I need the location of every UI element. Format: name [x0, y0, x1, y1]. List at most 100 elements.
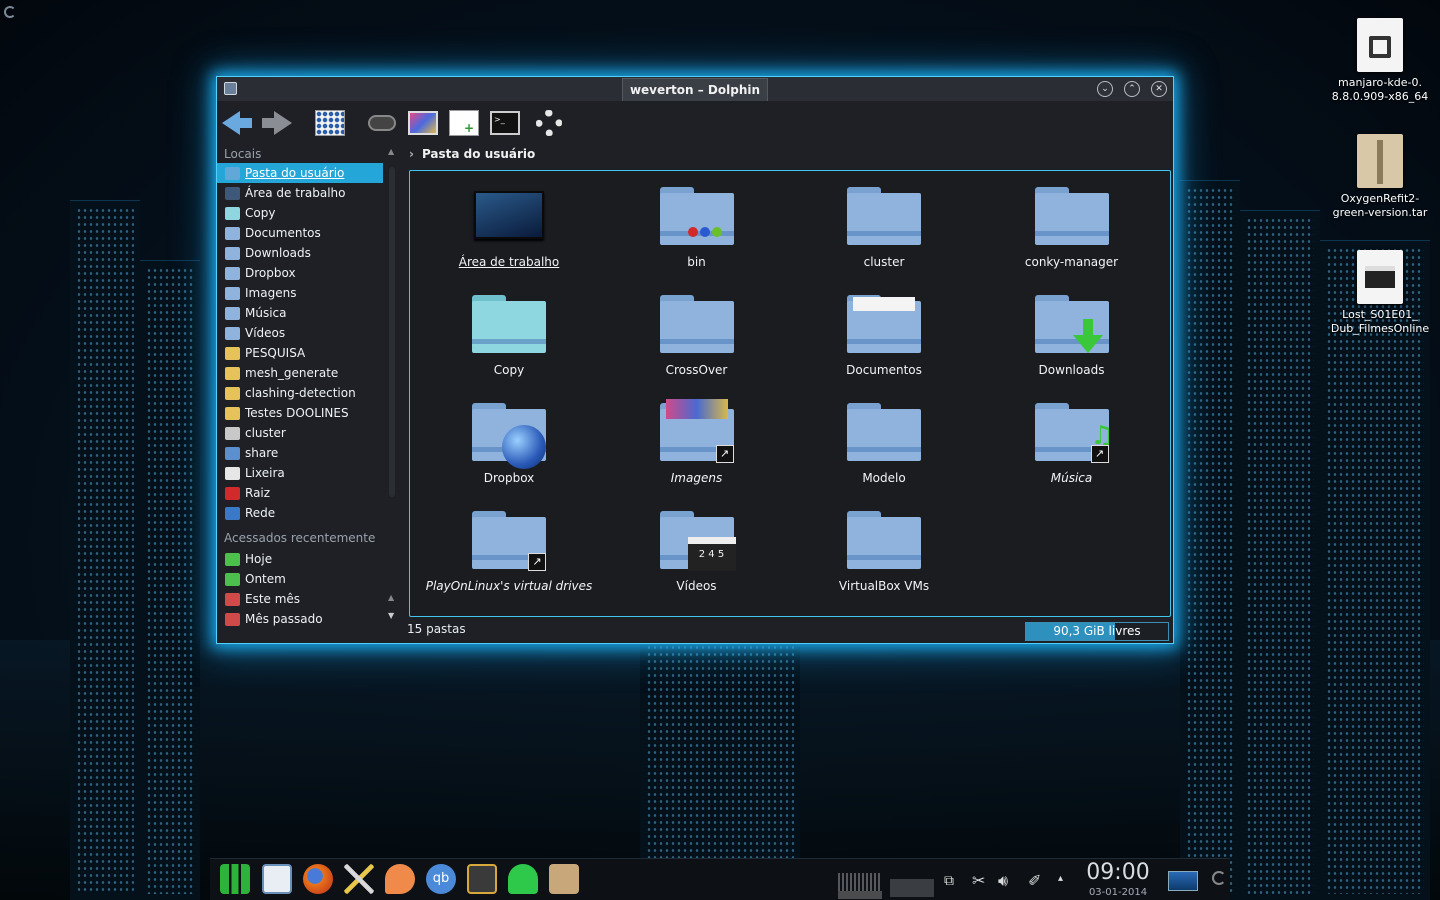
clock-time: 09:00 [1086, 860, 1150, 885]
file-view[interactable]: Área de trabalho bin cluster conky-manager C… [409, 170, 1171, 617]
arrow-left-icon [222, 111, 240, 135]
plasma-cashew-icon[interactable] [1212, 871, 1226, 885]
sidebar-item-cluster[interactable]: cluster [217, 423, 401, 443]
sublime-text-icon[interactable] [467, 864, 497, 894]
minimize-button[interactable]: ⌄ [1097, 81, 1113, 97]
preview-button[interactable] [407, 107, 439, 139]
places-scrollbar[interactable]: ▲ ▲ ▼ [386, 145, 398, 645]
file-item[interactable]: Modelo [799, 395, 969, 499]
maximize-button[interactable]: ⌃ [1124, 81, 1140, 97]
folder-icon [845, 179, 923, 245]
recent-list: Hoje Ontem Este mês Mês passado [217, 549, 401, 629]
settings-button[interactable] [533, 107, 565, 139]
file-name: Área de trabalho [458, 255, 560, 269]
yellow-folder-icon [225, 346, 240, 360]
qbittorrent-icon[interactable]: qb [426, 864, 456, 894]
back-button[interactable] [221, 107, 253, 139]
sidebar-item-v-deos[interactable]: Vídeos [217, 323, 401, 343]
tray-expand-icon[interactable]: ▴ [1058, 873, 1063, 884]
sidebar-item-m-sica[interactable]: Música [217, 303, 401, 323]
breadcrumb[interactable]: › Pasta do usuário [409, 147, 535, 163]
scroll-down-icon[interactable]: ▼ [388, 611, 394, 620]
sidebar-item-rede[interactable]: Rede [217, 503, 401, 523]
sidebar-item-raiz[interactable]: Raiz [217, 483, 401, 503]
folder-icon: ↗ [470, 503, 548, 571]
sidebar-item-documentos[interactable]: Documentos [217, 223, 401, 243]
sidebar-item-ontem[interactable]: Ontem [217, 569, 401, 589]
network-icon[interactable]: ✐ [1028, 871, 1041, 890]
calendar-month-icon [225, 592, 240, 606]
sidebar-item-pesquisa[interactable]: PESQUISA [217, 343, 401, 363]
scroll-up-icon[interactable]: ▲ [388, 147, 394, 156]
volume-icon[interactable]: 🔊︎ [998, 871, 1008, 891]
titlebar[interactable]: weverton – Dolphin ⌄ ⌃ ✕ [217, 77, 1173, 101]
file-item[interactable]: ♫ ↗ Música [987, 395, 1157, 499]
sidebar-item-dropbox[interactable]: Dropbox [217, 263, 401, 283]
file-item[interactable]: ↗ PlayOnLinux's virtual drives [424, 503, 594, 607]
calendar-yesterday-icon [225, 572, 240, 586]
find-button[interactable] [366, 107, 398, 139]
file-item[interactable]: Área de trabalho [424, 179, 594, 283]
file-item[interactable]: bin [612, 179, 782, 283]
memory-monitor-icon[interactable] [890, 879, 934, 897]
sidebar-item-testes-doolines[interactable]: Testes DOOLINES [217, 403, 401, 423]
view-mode-button[interactable] [314, 107, 346, 139]
desktop-cashew-icon[interactable] [4, 6, 16, 18]
sidebar-item-label: Copy [245, 206, 276, 220]
sidebar-item-lixeira[interactable]: Lixeira [217, 463, 401, 483]
sidebar-item-share[interactable]: share [217, 443, 401, 463]
window-title: weverton – Dolphin [622, 78, 768, 101]
forward-button[interactable] [261, 107, 293, 139]
desktop-file-lost-video[interactable]: Lost_S01E01_ Dub_FilmesOnline [1330, 250, 1430, 336]
file-item[interactable]: CrossOver [612, 287, 782, 391]
file-item[interactable]: Copy [424, 287, 594, 391]
scissors-icon[interactable]: ✂ [972, 871, 985, 890]
sidebar-item-copy[interactable]: Copy [217, 203, 401, 223]
scroll-up-icon[interactable]: ▲ [388, 593, 394, 602]
arrow-right-icon [274, 111, 292, 135]
close-button[interactable]: ✕ [1151, 81, 1167, 97]
dropbox-tray-icon[interactable]: ⧉ [944, 873, 954, 889]
free-space-bar[interactable]: 90,3 GiB livres [1025, 622, 1169, 641]
file-item[interactable]: VirtualBox VMs [799, 503, 969, 607]
sidebar-item-downloads[interactable]: Downloads [217, 243, 401, 263]
sidebar-item-clashing-detection[interactable]: clashing-detection [217, 383, 401, 403]
file-manager-launcher-icon[interactable] [262, 864, 292, 894]
music-folder-icon: ♫ ↗ [1033, 395, 1114, 463]
cantata-icon[interactable] [385, 864, 415, 894]
file-item[interactable]: conky-manager [987, 179, 1157, 283]
firefox-icon[interactable] [303, 864, 333, 894]
show-desktop-icon[interactable] [1168, 871, 1198, 891]
folder-icon [845, 395, 923, 461]
sidebar-item-imagens[interactable]: Imagens [217, 283, 401, 303]
terminal-button[interactable]: >_ [489, 107, 521, 139]
dolphin-app-icon[interactable] [224, 82, 237, 95]
sidebar-item-hoje[interactable]: Hoje [217, 549, 401, 569]
system-tools-icon[interactable] [344, 864, 374, 894]
sidebar-item--rea-de-trabalho[interactable]: Área de trabalho [217, 183, 401, 203]
desktop-icon-label: Lost_S01E01_ [1342, 308, 1418, 321]
clock[interactable]: 09:00 03-01-2014 [1078, 859, 1158, 899]
file-item[interactable]: cluster [799, 179, 969, 283]
file-item[interactable]: ↗ Imagens [612, 395, 782, 499]
pacman-ghost-icon[interactable] [508, 864, 538, 894]
desktop-icon-label: 8.8.0.909-x86_64 [1331, 90, 1429, 103]
sidebar-item-mesh-generate[interactable]: mesh_generate [217, 363, 401, 383]
cpu-monitor-icon[interactable] [838, 873, 882, 899]
sidebar-item-m-s-passado[interactable]: Mês passado [217, 609, 401, 629]
file-item[interactable]: 2 4 5 Vídeos [612, 503, 782, 607]
file-item[interactable]: Downloads [987, 287, 1157, 391]
desktop-file-manjaro-iso[interactable]: manjaro-kde-0. 8.8.0.909-x86_64 [1330, 18, 1430, 104]
package-installer-icon[interactable] [549, 864, 579, 894]
manjaro-menu-icon[interactable] [220, 864, 250, 894]
file-item[interactable]: Documentos [799, 287, 969, 391]
sidebar-item-pasta-do-usu-rio[interactable]: Pasta do usuário [217, 163, 383, 183]
sidebar-item-este-m-s[interactable]: Este mês [217, 589, 401, 609]
network-share-icon [225, 446, 240, 460]
desktop-file-oxygen-archive[interactable]: OxygenRefit2- green-version.tar [1330, 134, 1430, 220]
scrollbar-handle[interactable] [389, 167, 395, 497]
file-item[interactable]: Dropbox [424, 395, 594, 499]
split-view-button[interactable]: + [448, 107, 480, 139]
breadcrumb-current[interactable]: Pasta do usuário [422, 147, 535, 161]
calendar-today-icon [225, 552, 240, 566]
